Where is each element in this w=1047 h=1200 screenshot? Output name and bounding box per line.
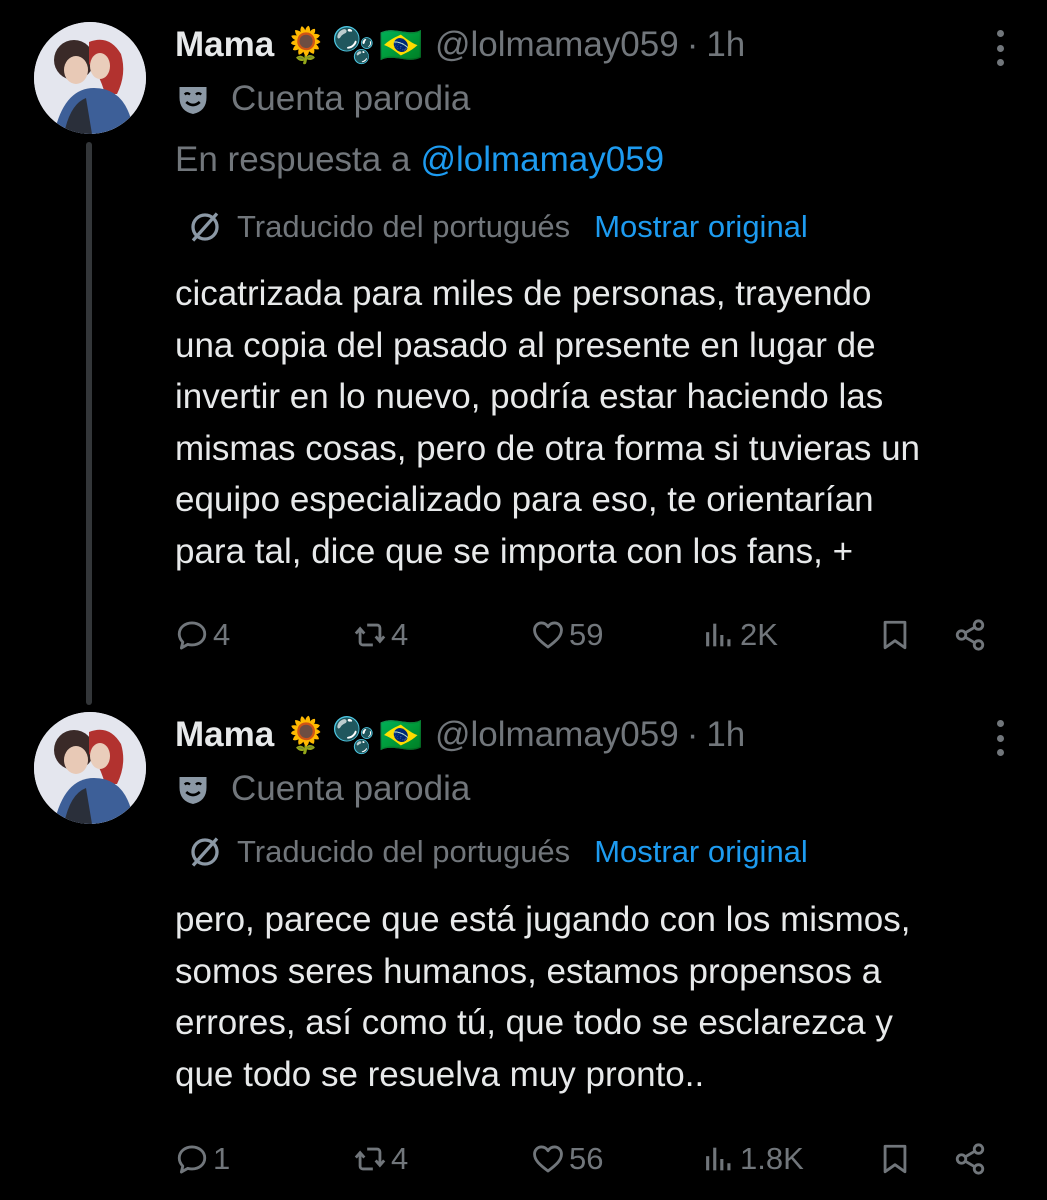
bookmark-icon [883, 1144, 907, 1174]
more-dot [996, 720, 1004, 727]
tweet-text-line: pero, parece que está jugando con los mi… [175, 900, 911, 939]
tweet-header: Mama 🌻 🫧 🇧🇷 @lolmamay059 · 1h [175, 712, 745, 758]
avatar[interactable] [34, 712, 146, 824]
thread-line [86, 142, 92, 705]
show-original-link[interactable]: Mostrar original [594, 834, 808, 870]
like-button[interactable]: 59 [531, 612, 603, 658]
translate-icon [191, 837, 219, 867]
parody-label: Cuenta parodia [175, 767, 470, 811]
display-name[interactable]: Mama [175, 715, 274, 755]
tweet-header: Mama 🌻 🫧 🇧🇷 @lolmamay059 · 1h [175, 22, 745, 68]
repost-button[interactable]: 4 [353, 1136, 408, 1182]
brazil-flag-emoji: 🇧🇷 [379, 25, 423, 65]
bubbles-emoji: 🫧 [331, 715, 376, 755]
parody-label: Cuenta parodia [175, 77, 470, 121]
action-bar: 1 4 56 1.8K [175, 1136, 995, 1182]
reply-prefix: En respuesta a [175, 140, 411, 179]
like-count: 56 [569, 1141, 604, 1176]
timestamp[interactable]: 1h [706, 25, 745, 65]
reply-count: 4 [213, 617, 231, 652]
brazil-flag-emoji: 🇧🇷 [379, 715, 423, 755]
mask-icon [179, 777, 207, 804]
more-dot [996, 734, 1004, 742]
translate-icon [191, 212, 219, 242]
show-original-link[interactable]: Mostrar original [594, 209, 808, 245]
tweet-text-line: invertir en lo nuevo, podría estar hacie… [175, 377, 884, 416]
sunflower-emoji: 🌻 [284, 715, 328, 755]
translated-label: Traducido del portugués [237, 834, 571, 869]
views-count: 1.8K [740, 1141, 804, 1176]
bubbles-emoji: 🫧 [331, 25, 376, 65]
share-button[interactable] [953, 1136, 991, 1182]
sunflower-emoji: 🌻 [284, 25, 328, 65]
timestamp[interactable]: 1h [706, 715, 745, 755]
reply-context: En respuesta a @lolmamay059 [175, 138, 664, 182]
tweet-text: pero, parece que está jugando con los mi… [175, 894, 1017, 1100]
separator-dot: · [686, 25, 699, 64]
views-icon [706, 1147, 731, 1171]
tweet-text-line: para tal, dice que se importa con los fa… [175, 531, 854, 571]
views-count: 2K [740, 617, 778, 652]
parody-label-text: Cuenta parodia [231, 79, 471, 118]
tweet[interactable]: Mama 🌻 🫧 🇧🇷 @lolmamay059 · 1h Cuenta par… [0, 690, 1047, 1200]
share-icon [955, 1143, 985, 1175]
repost-icon [354, 1147, 386, 1171]
like-button[interactable]: 56 [531, 1136, 603, 1182]
views-button[interactable]: 1.8K [702, 1136, 804, 1182]
views-icon [706, 623, 731, 647]
tweet[interactable]: Mama 🌻 🫧 🇧🇷 @lolmamay059 · 1h Cuenta par… [0, 0, 1047, 705]
repost-count: 4 [391, 617, 409, 652]
emoji-group: 🌻 🫧 🇧🇷 [284, 715, 423, 756]
reply-icon [177, 1145, 207, 1174]
tweet-text-line: cicatrizada para miles de personas, tray… [175, 274, 872, 313]
tweet-text-line: equipo especializado para eso, te orient… [175, 480, 874, 519]
translation-bar: Traducido del portugués Mostrar original [187, 207, 808, 247]
tweet-text: cicatrizada para miles de personas, tray… [175, 268, 1017, 577]
action-bar: 4 4 59 2K [175, 612, 995, 658]
tweet-text-line: que todo se resuelva muy pronto.. [175, 1054, 705, 1094]
more-dot [996, 749, 1004, 756]
reply-count: 1 [213, 1141, 231, 1176]
more-dot [996, 30, 1004, 37]
reply-button[interactable]: 1 [175, 1136, 230, 1182]
repost-button[interactable]: 4 [353, 612, 408, 658]
more-options-button[interactable] [993, 720, 1007, 756]
more-dot [996, 44, 1004, 52]
repost-icon [354, 623, 386, 647]
avatar[interactable] [34, 22, 146, 134]
share-button[interactable] [953, 612, 991, 658]
bookmark-button[interactable] [878, 1136, 916, 1182]
like-icon [533, 1145, 563, 1173]
mask-icon [179, 87, 207, 114]
translated-label: Traducido del portugués [237, 209, 571, 244]
views-button[interactable]: 2K [702, 612, 778, 658]
tweet-text-line: una copia del pasado al presente en luga… [175, 325, 876, 365]
bookmark-button[interactable] [878, 612, 916, 658]
tweet-text-line: somos seres humanos, estamos propensos a [175, 951, 882, 991]
repost-count: 4 [391, 1141, 409, 1176]
more-options-button[interactable] [993, 30, 1007, 66]
display-name[interactable]: Mama [175, 25, 274, 65]
share-icon [955, 619, 985, 651]
parody-label-text: Cuenta parodia [231, 769, 471, 808]
more-dot [996, 59, 1004, 66]
reply-icon [177, 621, 207, 650]
like-count: 59 [569, 617, 604, 652]
bookmark-icon [883, 620, 907, 650]
reply-mention-link[interactable]: @lolmamay059 [420, 140, 664, 180]
reply-button[interactable]: 4 [175, 612, 230, 658]
tweet-text-line: errores, así como tú, que todo se esclar… [175, 1003, 893, 1042]
user-handle[interactable]: @lolmamay059 [435, 715, 679, 755]
emoji-group: 🌻 🫧 🇧🇷 [284, 25, 423, 66]
translation-bar: Traducido del portugués Mostrar original [187, 832, 808, 872]
user-handle[interactable]: @lolmamay059 [435, 25, 679, 65]
separator-dot: · [686, 715, 699, 754]
like-icon [533, 621, 563, 649]
tweet-text-line: mismas cosas, pero de otra forma si tuvi… [175, 428, 921, 468]
